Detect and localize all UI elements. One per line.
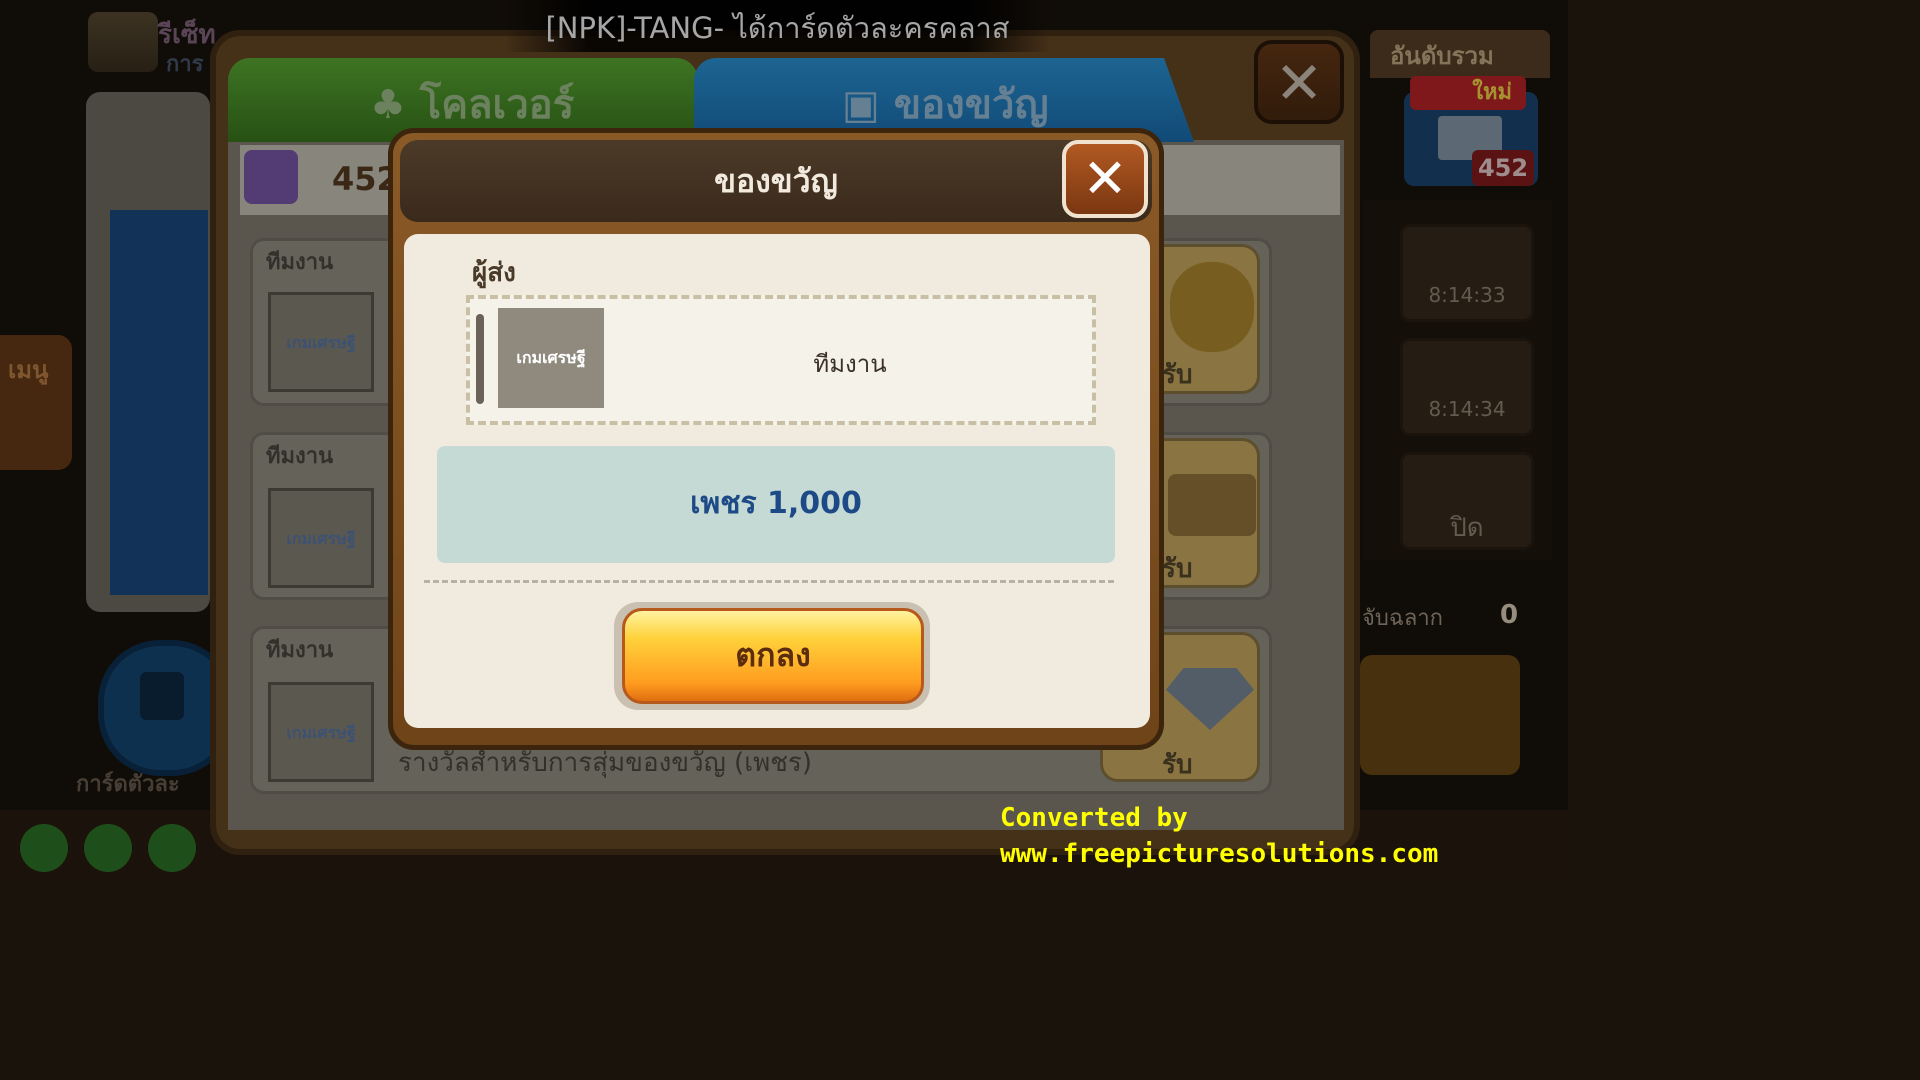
- watermark-line: Converted by: [1000, 803, 1188, 833]
- divider: [424, 580, 1114, 583]
- watermark-line: www.freepicturesolutions.com: [1000, 839, 1439, 869]
- sender-name: ทีมงาน: [813, 350, 887, 378]
- ok-button[interactable]: ตกลง: [622, 608, 924, 704]
- sender-label: ผู้ส่ง: [472, 258, 516, 288]
- watermark: Converted by www.freepicturesolutions.co…: [1000, 800, 1438, 872]
- scroll-indicator: [476, 314, 484, 404]
- reward-text: เพชร 1,000: [690, 486, 862, 521]
- modal-close-button[interactable]: ✕: [1062, 140, 1148, 218]
- sender-logo: เกมเศรษฐี: [498, 308, 604, 408]
- modal-title: ของขวัญ: [714, 162, 838, 200]
